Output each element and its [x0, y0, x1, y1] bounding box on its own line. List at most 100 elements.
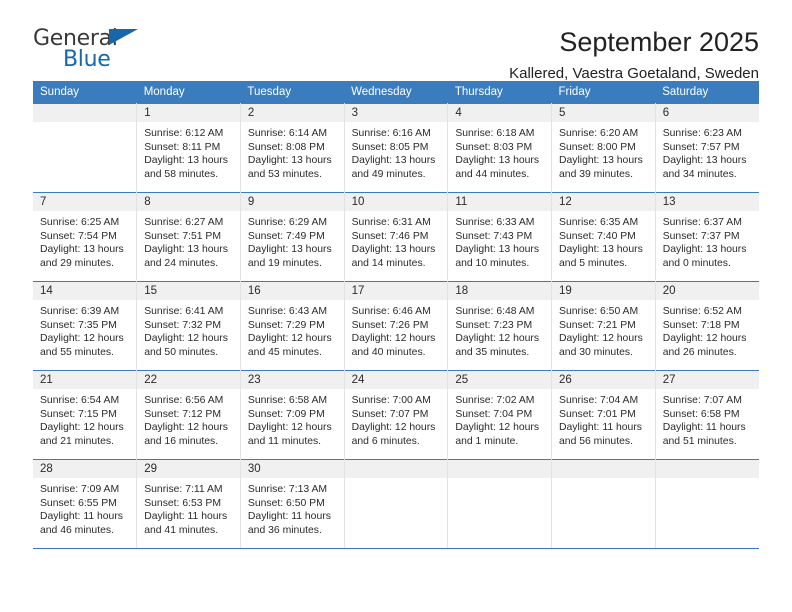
- calendar-day-cell[interactable]: 19 Sunrise: 6:50 AM Sunset: 7:21 PM Dayligh…: [551, 281, 656, 371]
- daylight-text: Daylight: 13 hours and 10 minutes.: [455, 244, 540, 269]
- calendar-day-cell[interactable]: 1 Sunrise: 6:12 AM Sunset: 8:11 PM Daylight…: [136, 103, 241, 193]
- day-details: Sunrise: 6:14 AM Sunset: 8:08 PM Daylight:…: [241, 122, 344, 181]
- calendar-week-row: 1 Sunrise: 6:12 AM Sunset: 8:11 PM Daylight…: [33, 103, 759, 193]
- day-number: [448, 460, 552, 478]
- day-details: Sunrise: 6:16 AM Sunset: 8:05 PM Daylight:…: [345, 122, 448, 181]
- day-number: 27: [655, 371, 759, 389]
- sunset-text: Sunset: 7:54 PM: [40, 230, 117, 242]
- day-number: 21: [33, 371, 137, 389]
- sunset-text: Sunset: 8:05 PM: [351, 141, 429, 153]
- calendar-day-cell-empty: [33, 103, 138, 193]
- calendar-day-cell[interactable]: 27 Sunrise: 7:07 AM Sunset: 6:58 PM Dayligh…: [655, 370, 759, 460]
- sunset-text: Sunset: 7:32 PM: [144, 319, 222, 331]
- sunrise-text: Sunrise: 7:11 AM: [144, 484, 223, 495]
- calendar-week-row: 21 Sunrise: 6:54 AM Sunset: 7:15 PM Dayligh…: [33, 370, 759, 460]
- calendar-day-cell[interactable]: 29 Sunrise: 7:11 AM Sunset: 6:53 PM Dayligh…: [136, 459, 241, 549]
- sunset-text: Sunset: 6:50 PM: [247, 497, 325, 509]
- sunrise-text: Sunrise: 6:31 AM: [351, 217, 431, 228]
- day-details: Sunrise: 6:46 AM Sunset: 7:26 PM Daylight:…: [345, 300, 448, 359]
- calendar-day-cell[interactable]: 8 Sunrise: 6:27 AM Sunset: 7:51 PM Daylight…: [136, 192, 241, 282]
- sunset-text: Sunset: 7:37 PM: [662, 230, 740, 242]
- day-number: 22: [137, 371, 240, 389]
- calendar-day-cell[interactable]: 10 Sunrise: 6:31 AM Sunset: 7:46 PM Dayligh…: [344, 192, 449, 282]
- daylight-text: Daylight: 13 hours and 49 minutes.: [351, 155, 436, 180]
- sunset-text: Sunset: 7:07 PM: [351, 408, 429, 420]
- calendar-day-cell[interactable]: 25 Sunrise: 7:02 AM Sunset: 7:04 PM Dayligh…: [447, 370, 553, 460]
- sunset-text: Sunset: 7:57 PM: [662, 141, 740, 153]
- sunrise-text: Sunrise: 7:09 AM: [40, 484, 120, 495]
- calendar-day-cell[interactable]: 24 Sunrise: 7:00 AM Sunset: 7:07 PM Dayligh…: [344, 370, 449, 460]
- daylight-text: Daylight: 11 hours and 36 minutes.: [247, 511, 331, 536]
- calendar-week-row: 7 Sunrise: 6:25 AM Sunset: 7:54 PM Daylight…: [33, 192, 759, 282]
- calendar-day-cell[interactable]: 23 Sunrise: 6:58 AM Sunset: 7:09 PM Dayligh…: [240, 370, 345, 460]
- sunrise-text: Sunrise: 6:46 AM: [351, 306, 431, 317]
- day-details: Sunrise: 6:12 AM Sunset: 8:11 PM Daylight:…: [137, 122, 240, 181]
- calendar-day-cell[interactable]: 28 Sunrise: 7:09 AM Sunset: 6:55 PM Dayligh…: [33, 459, 138, 549]
- daylight-text: Daylight: 11 hours and 56 minutes.: [559, 422, 642, 447]
- daylight-text: Daylight: 13 hours and 44 minutes.: [455, 155, 540, 180]
- day-details: Sunrise: 6:48 AM Sunset: 7:23 PM Daylight:…: [448, 300, 551, 359]
- calendar-day-cell[interactable]: 13 Sunrise: 6:37 AM Sunset: 7:37 PM Dayligh…: [655, 192, 759, 282]
- daylight-text: Daylight: 13 hours and 58 minutes.: [144, 155, 228, 180]
- calendar-day-cell[interactable]: 7 Sunrise: 6:25 AM Sunset: 7:54 PM Daylight…: [33, 192, 138, 282]
- calendar-day-cell[interactable]: 15 Sunrise: 6:41 AM Sunset: 7:32 PM Dayligh…: [136, 281, 241, 371]
- calendar-day-cell[interactable]: 14 Sunrise: 6:39 AM Sunset: 7:35 PM Dayligh…: [33, 281, 138, 371]
- sunrise-text: Sunrise: 7:07 AM: [662, 395, 742, 406]
- sunrise-text: Sunrise: 6:29 AM: [247, 217, 328, 228]
- day-number: 13: [655, 193, 759, 211]
- sunset-text: Sunset: 8:11 PM: [144, 141, 221, 153]
- calendar-day-cell[interactable]: 16 Sunrise: 6:43 AM Sunset: 7:29 PM Dayligh…: [240, 281, 345, 371]
- weekday-header-monday: Monday: [136, 81, 241, 104]
- calendar-day-cell[interactable]: 11 Sunrise: 6:33 AM Sunset: 7:43 PM Dayligh…: [447, 192, 553, 282]
- sunrise-text: Sunrise: 7:04 AM: [559, 395, 639, 406]
- sunrise-text: Sunrise: 7:02 AM: [455, 395, 535, 406]
- day-number: [344, 460, 448, 478]
- sunset-text: Sunset: 6:53 PM: [144, 497, 222, 509]
- daylight-text: Daylight: 13 hours and 53 minutes.: [247, 155, 332, 180]
- day-number: [552, 460, 655, 478]
- day-number: 4: [448, 104, 552, 122]
- sunset-text: Sunset: 7:35 PM: [40, 319, 117, 331]
- sunrise-text: Sunrise: 6:14 AM: [247, 128, 328, 139]
- calendar-day-cell[interactable]: 6 Sunrise: 6:23 AM Sunset: 7:57 PM Daylight…: [655, 103, 759, 193]
- sunrise-text: Sunrise: 7:00 AM: [351, 395, 431, 406]
- sunset-text: Sunset: 7:01 PM: [559, 408, 636, 420]
- calendar-day-cell[interactable]: 21 Sunrise: 6:54 AM Sunset: 7:15 PM Dayligh…: [33, 370, 138, 460]
- day-number: 14: [33, 282, 137, 300]
- calendar-day-cell[interactable]: 3 Sunrise: 6:16 AM Sunset: 8:05 PM Daylight…: [344, 103, 449, 193]
- sunrise-text: Sunrise: 6:56 AM: [144, 395, 224, 406]
- calendar-day-cell[interactable]: 9 Sunrise: 6:29 AM Sunset: 7:49 PM Daylight…: [240, 192, 345, 282]
- day-details: Sunrise: 7:13 AM Sunset: 6:50 PM Daylight:…: [241, 478, 344, 537]
- sunset-text: Sunset: 7:43 PM: [455, 230, 533, 242]
- daylight-text: Daylight: 13 hours and 39 minutes.: [559, 155, 643, 180]
- calendar-day-cell[interactable]: 12 Sunrise: 6:35 AM Sunset: 7:40 PM Dayligh…: [551, 192, 656, 282]
- day-number: 2: [240, 104, 344, 122]
- sunrise-text: Sunrise: 6:41 AM: [144, 306, 224, 317]
- general-blue-logo[interactable]: General Blue: [33, 26, 163, 74]
- day-number: 17: [344, 282, 448, 300]
- day-number: 15: [137, 282, 240, 300]
- day-details: Sunrise: 6:29 AM Sunset: 7:49 PM Daylight:…: [241, 211, 344, 270]
- calendar-day-cell[interactable]: 2 Sunrise: 6:14 AM Sunset: 8:08 PM Daylight…: [240, 103, 345, 193]
- day-details: Sunrise: 7:11 AM Sunset: 6:53 PM Daylight:…: [137, 478, 240, 537]
- daylight-text: Daylight: 12 hours and 6 minutes.: [351, 422, 436, 447]
- calendar-day-cell[interactable]: 4 Sunrise: 6:18 AM Sunset: 8:03 PM Daylight…: [447, 103, 553, 193]
- calendar-day-cell[interactable]: 5 Sunrise: 6:20 AM Sunset: 8:00 PM Daylight…: [551, 103, 656, 193]
- day-details: Sunrise: 7:07 AM Sunset: 6:58 PM Daylight:…: [656, 389, 759, 448]
- daylight-text: Daylight: 13 hours and 29 minutes.: [40, 244, 124, 269]
- daylight-text: Daylight: 12 hours and 35 minutes.: [455, 333, 540, 358]
- sunset-text: Sunset: 7:49 PM: [247, 230, 325, 242]
- calendar-day-cell[interactable]: 17 Sunrise: 6:46 AM Sunset: 7:26 PM Dayligh…: [344, 281, 449, 371]
- calendar-day-cell[interactable]: 30 Sunrise: 7:13 AM Sunset: 6:50 PM Dayligh…: [240, 459, 345, 549]
- calendar-day-cell-empty: [551, 459, 656, 549]
- daylight-text: Daylight: 12 hours and 11 minutes.: [247, 422, 332, 447]
- calendar-page: General Blue September 2025 Kallered, Va…: [0, 0, 792, 612]
- sunrise-text: Sunrise: 6:43 AM: [247, 306, 328, 317]
- sunset-text: Sunset: 7:21 PM: [559, 319, 636, 331]
- calendar-day-cell[interactable]: 20 Sunrise: 6:52 AM Sunset: 7:18 PM Dayligh…: [655, 281, 759, 371]
- calendar-day-cell[interactable]: 26 Sunrise: 7:04 AM Sunset: 7:01 PM Dayligh…: [551, 370, 656, 460]
- day-number: 19: [552, 282, 655, 300]
- calendar-day-cell[interactable]: 22 Sunrise: 6:56 AM Sunset: 7:12 PM Dayligh…: [136, 370, 241, 460]
- calendar-day-cell[interactable]: 18 Sunrise: 6:48 AM Sunset: 7:23 PM Dayligh…: [447, 281, 553, 371]
- day-number: 3: [344, 104, 448, 122]
